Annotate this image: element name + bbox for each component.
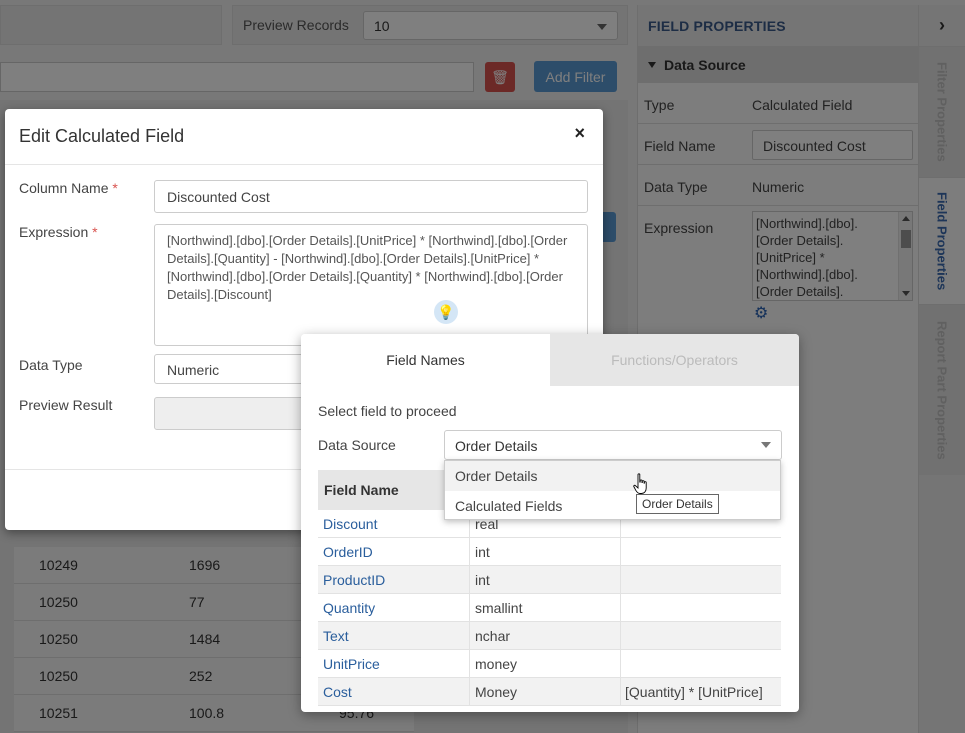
dropdown-option-order-details[interactable]: Order Details	[445, 461, 780, 491]
tooltip: Order Details	[636, 494, 719, 514]
dialog-title: Edit Calculated Field	[19, 126, 185, 146]
table-row[interactable]: Quantity smallint	[318, 594, 781, 622]
column-name-label: Column Name *	[19, 180, 118, 196]
data-type-label: Data Type	[19, 357, 83, 373]
close-icon[interactable]: ×	[574, 123, 585, 144]
column-name-input[interactable]: Discounted Cost	[154, 180, 588, 213]
tab-field-names[interactable]: Field Names	[301, 334, 550, 386]
table-row[interactable]: Cost Money [Quantity] * [UnitPrice]	[318, 678, 781, 706]
table-row[interactable]: ProductID int	[318, 566, 781, 594]
data-source-value: Order Details	[455, 438, 538, 454]
picker-tabs: Field Names Functions/Operators	[301, 334, 799, 386]
preview-result-label: Preview Result	[19, 397, 113, 413]
column-header-field-name: Field Name	[324, 482, 399, 498]
tab-functions-operators[interactable]: Functions/Operators	[550, 334, 799, 386]
dialog-header: Edit Calculated Field	[5, 109, 603, 165]
table-row[interactable]: OrderID int	[318, 538, 781, 566]
table-row[interactable]: Text nchar	[318, 622, 781, 650]
dropdown-option-calculated-fields[interactable]: Calculated Fields	[445, 491, 780, 521]
table-row[interactable]: UnitPrice money	[318, 650, 781, 678]
data-source-dropdown: Order Details Calculated Fields	[444, 460, 781, 520]
expression-label: Expression *	[19, 224, 98, 240]
field-picker-popup: Field Names Functions/Operators Select f…	[301, 334, 799, 712]
expression-textarea[interactable]: [Northwind].[dbo].[Order Details].[UnitP…	[154, 224, 588, 346]
data-source-label: Data Source	[318, 437, 396, 453]
picker-hint: Select field to proceed	[318, 403, 457, 419]
data-source-select[interactable]: Order Details	[444, 430, 782, 460]
lightbulb-icon[interactable]: 💡	[434, 300, 458, 324]
chevron-down-icon	[761, 442, 771, 448]
hand-cursor-icon	[633, 473, 647, 494]
